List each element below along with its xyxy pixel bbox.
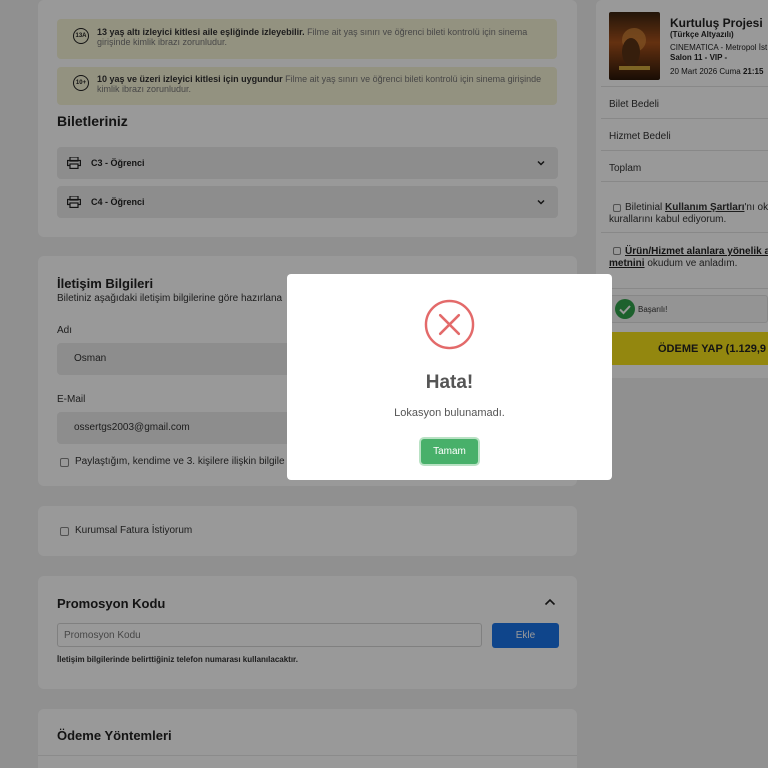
error-x-icon	[424, 299, 475, 350]
dialog-message: Lokasyon bulunamadı.	[394, 407, 505, 419]
error-dialog: Hata! Lokasyon bulunamadı. Tamam	[287, 274, 612, 480]
ok-button[interactable]: Tamam	[421, 439, 478, 464]
dialog-title: Hata!	[425, 372, 474, 393]
